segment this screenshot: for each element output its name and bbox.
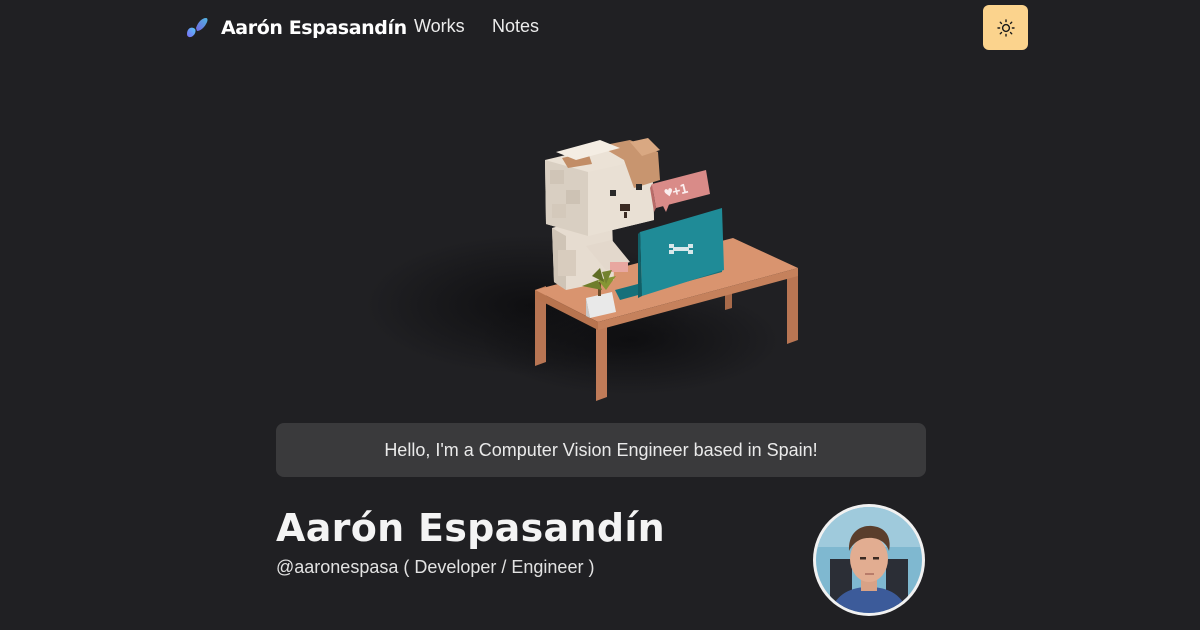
nav-link-notes[interactable]: Notes xyxy=(492,16,539,37)
profile-photo xyxy=(816,507,922,613)
profile-name: Aarón Espasandín xyxy=(276,506,665,550)
nav-link-works[interactable]: Works xyxy=(414,16,465,37)
avatar xyxy=(813,504,925,616)
page: Aarón Espasandín Works Notes ♥+1 Hello, … xyxy=(0,0,1200,630)
navbar: Aarón Espasandín Works Notes xyxy=(0,0,1200,56)
greeting-banner: Hello, I'm a Computer Vision Engineer ba… xyxy=(276,423,926,477)
logo-icon xyxy=(184,15,210,41)
profile-handle: @aaronespasa ( Developer / Engineer ) xyxy=(276,557,595,577)
hero-illustration: ♥+1 xyxy=(330,100,870,410)
sun-icon xyxy=(996,18,1015,37)
greeting-text: Hello, I'm a Computer Vision Engineer ba… xyxy=(384,439,818,460)
theme-toggle-button[interactable] xyxy=(983,5,1028,50)
brand-name: Aarón Espasandín xyxy=(221,17,407,39)
brand-link[interactable]: Aarón Espasandín xyxy=(184,14,407,42)
